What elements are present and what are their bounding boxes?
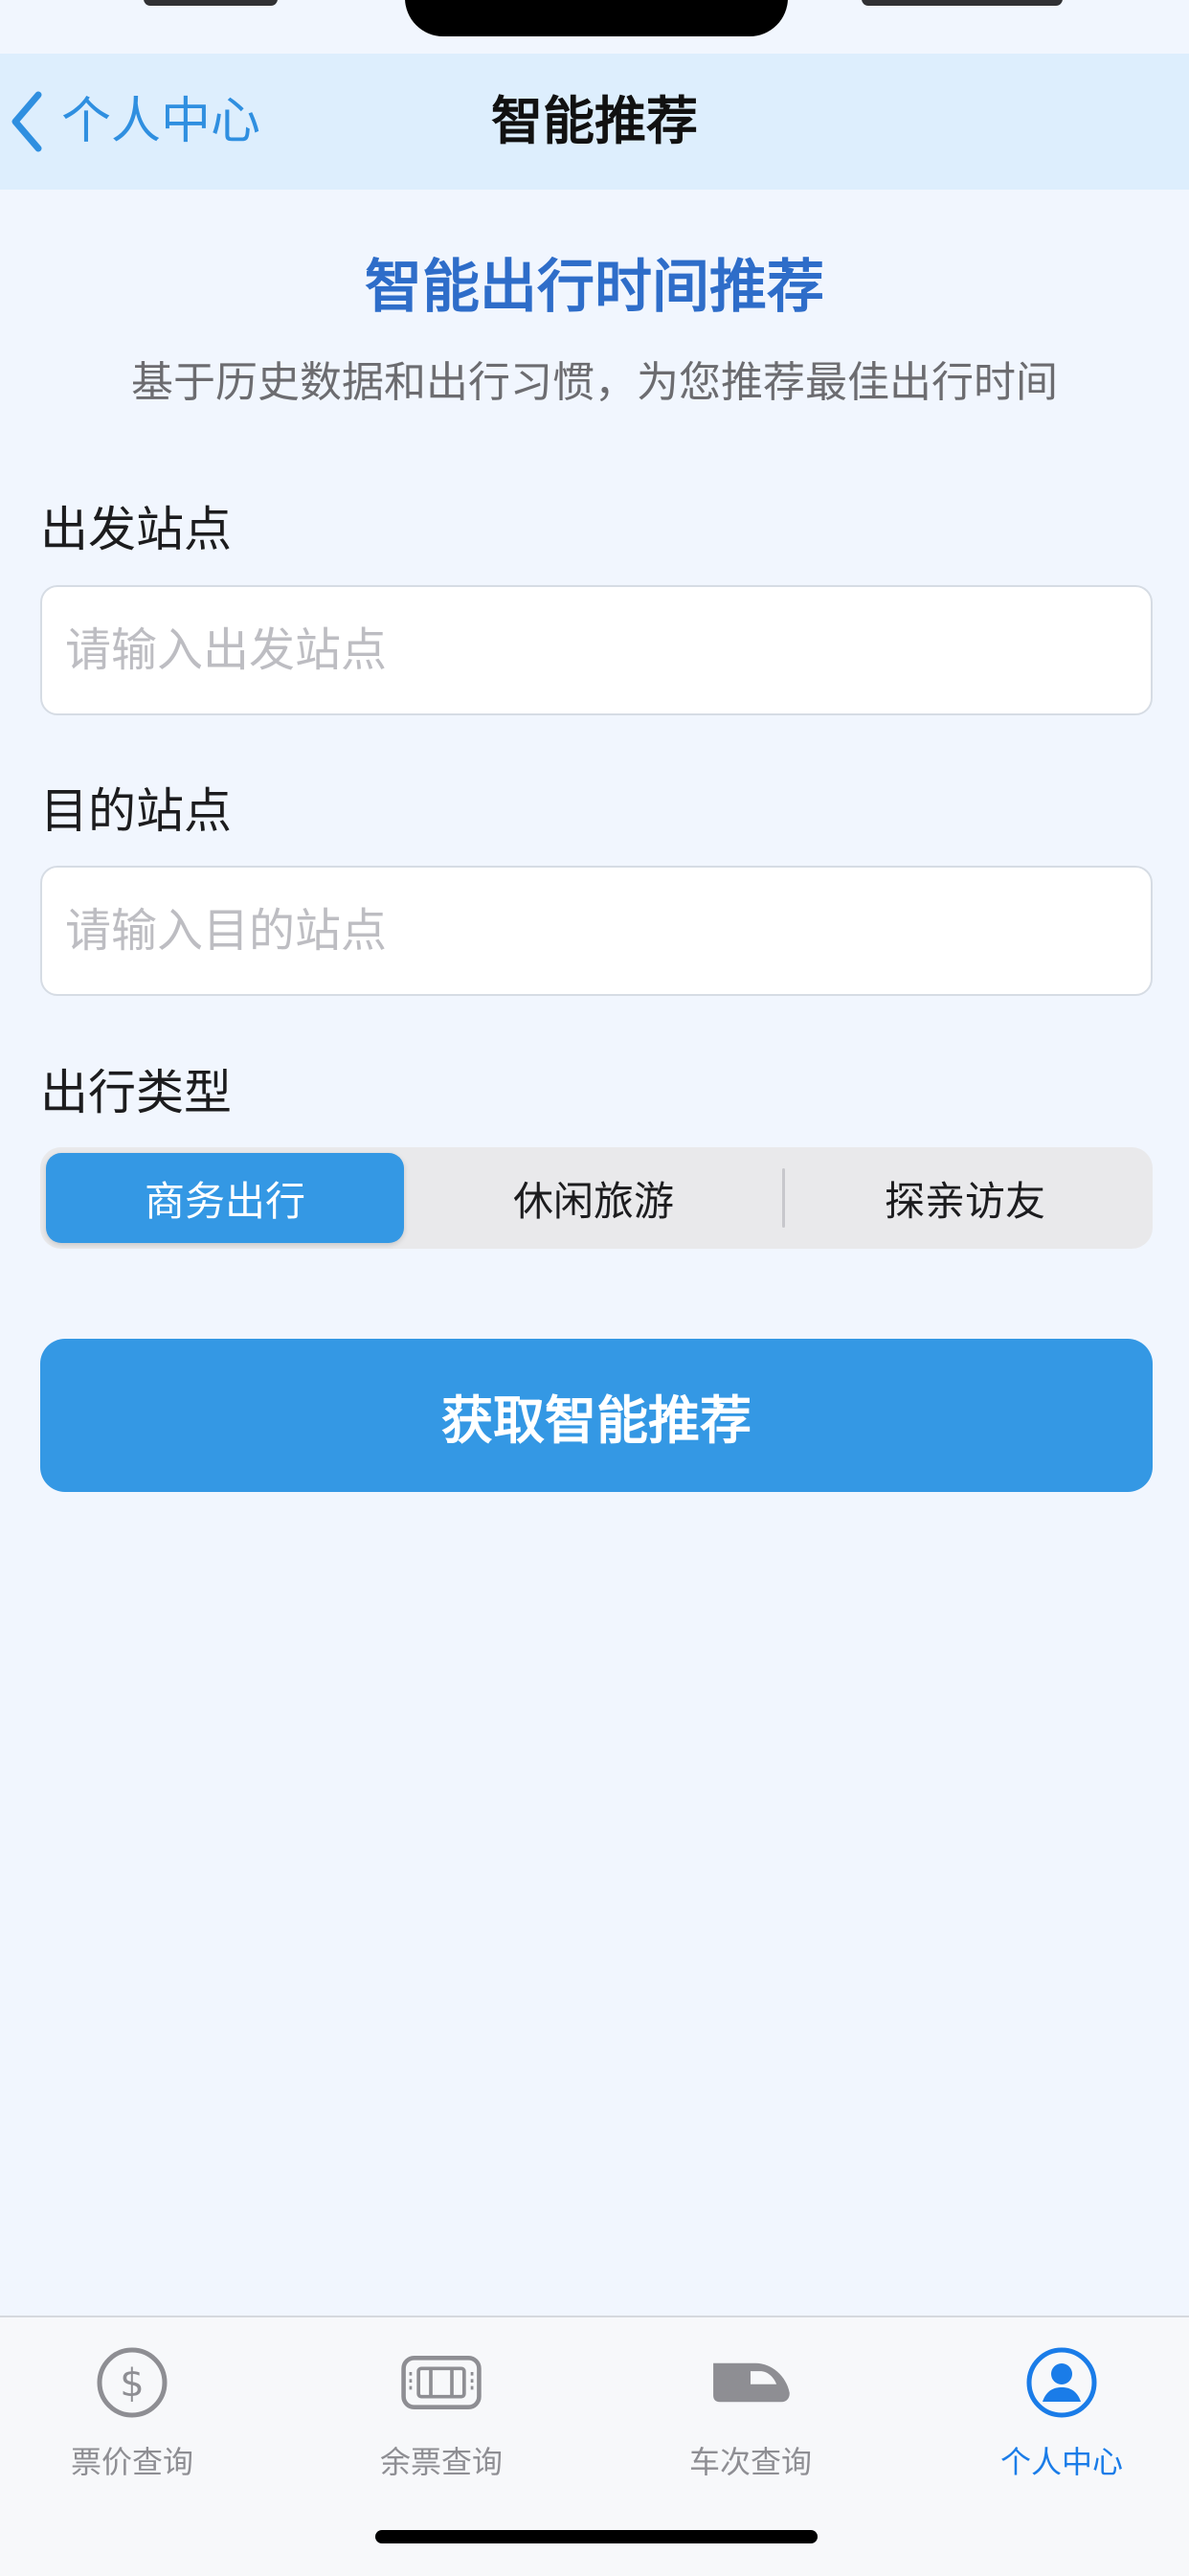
status-time bbox=[144, 0, 278, 6]
svg-text:$: $ bbox=[120, 2361, 144, 2406]
tab-label: 余票查询 bbox=[379, 2444, 503, 2480]
travel-type-segmented-control: 商务出行 休闲旅游 探亲访友 bbox=[40, 1147, 1153, 1249]
travel-type-label: 出行类型 bbox=[40, 1065, 232, 1120]
train-icon bbox=[708, 2340, 793, 2425]
section-title: 智能出行时间推荐 bbox=[365, 254, 824, 321]
status-indicators bbox=[862, 0, 1063, 6]
tab-label: 个人中心 bbox=[999, 2444, 1123, 2480]
tab-label: 票价查询 bbox=[70, 2444, 193, 2480]
get-recommendation-button[interactable]: 获取智能推荐 bbox=[40, 1339, 1153, 1492]
destination-label: 目的站点 bbox=[40, 783, 232, 839]
tab-personal-center[interactable]: 个人中心 bbox=[937, 2340, 1186, 2494]
person-circle-icon bbox=[1020, 2340, 1104, 2425]
segment-business-travel[interactable]: 商务出行 bbox=[46, 1153, 404, 1243]
dollar-circle-icon: $ bbox=[90, 2340, 174, 2425]
status-bar bbox=[0, 0, 1189, 54]
ticket-icon bbox=[399, 2340, 483, 2425]
segment-visit-family[interactable]: 探亲访友 bbox=[783, 1153, 1147, 1243]
tab-fare-query[interactable]: $ 票价查询 bbox=[8, 2340, 257, 2494]
tab-train-query[interactable]: 车次查询 bbox=[626, 2340, 875, 2494]
tab-label: 车次查询 bbox=[688, 2444, 812, 2480]
home-indicator bbox=[375, 2530, 818, 2543]
segment-leisure-travel[interactable]: 休闲旅游 bbox=[410, 1153, 777, 1243]
navigation-bar: 个人中心 智能推荐 bbox=[0, 54, 1189, 190]
dynamic-island bbox=[405, 0, 788, 36]
section-subtitle: 基于历史数据和出行习惯，为您推荐最佳出行时间 bbox=[131, 358, 1058, 407]
destination-input[interactable] bbox=[40, 866, 1153, 996]
page-title: 智能推荐 bbox=[491, 91, 698, 151]
departure-input[interactable] bbox=[40, 585, 1153, 715]
tab-ticket-query[interactable]: 余票查询 bbox=[317, 2340, 566, 2494]
departure-label: 出发站点 bbox=[40, 502, 232, 557]
